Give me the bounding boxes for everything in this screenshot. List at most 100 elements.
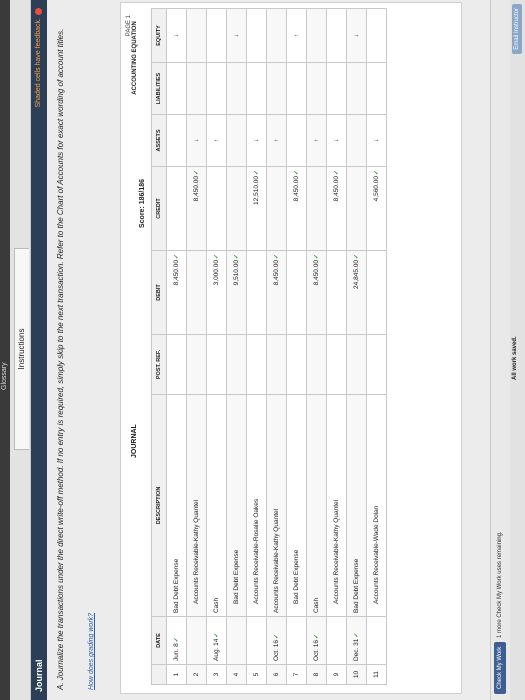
date-cell[interactable]: Aug. 14✓	[206, 616, 227, 665]
credit-cell[interactable]: 4,560.00✓	[366, 166, 387, 251]
credit-cell[interactable]	[226, 166, 247, 251]
assets-cell[interactable]	[346, 114, 367, 167]
date-cell[interactable]	[246, 616, 267, 665]
date-cell[interactable]: Oct. 16✓	[306, 616, 327, 665]
description-cell[interactable]: Cash	[206, 394, 227, 617]
post-ref-cell[interactable]	[266, 334, 287, 395]
liabilities-cell[interactable]	[366, 62, 387, 115]
equity-cell[interactable]: ↓	[226, 8, 247, 63]
credit-cell[interactable]	[266, 166, 287, 251]
assets-cell[interactable]: ↑	[206, 114, 227, 167]
date-cell[interactable]: Jun. 8✓	[166, 616, 187, 665]
debit-cell[interactable]: 8,450.00✓	[306, 250, 327, 335]
credit-cell[interactable]	[166, 166, 187, 251]
debit-cell[interactable]	[186, 250, 207, 335]
post-ref-cell[interactable]	[346, 334, 367, 395]
date-cell[interactable]	[186, 616, 207, 665]
grading-help-link[interactable]: How does grading work?	[88, 613, 95, 690]
assets-cell[interactable]: ↑	[306, 114, 327, 167]
equity-cell[interactable]	[366, 8, 387, 63]
check-my-work-button[interactable]: Check My Work	[494, 641, 506, 694]
credit-cell[interactable]: 8,450.00✓	[286, 166, 307, 251]
date-cell[interactable]	[226, 616, 247, 665]
debit-cell[interactable]: 8,450.00✓	[166, 250, 187, 335]
liabilities-cell[interactable]	[346, 62, 367, 115]
date-cell[interactable]	[326, 616, 347, 665]
description-cell[interactable]: Bad Debt Expense	[166, 394, 187, 617]
checkmark-icon: ✓	[294, 170, 300, 176]
debit-cell[interactable]: 9,510.00✓	[226, 250, 247, 335]
journal-header: Journal Shaded cells have feedback.	[31, 0, 47, 700]
equity-cell[interactable]: ↑	[286, 8, 307, 63]
equity-cell[interactable]	[306, 8, 327, 63]
credit-cell[interactable]: 12,510.00✓	[246, 166, 267, 251]
equity-cell-value: ↓	[233, 33, 240, 38]
email-instructor-button[interactable]: Email Instructor	[512, 4, 522, 54]
equity-cell[interactable]	[326, 8, 347, 63]
description-cell-value: Accounts Receivable-Wade Dolan	[373, 505, 380, 604]
post-ref-cell[interactable]	[166, 334, 187, 395]
assets-cell[interactable]	[166, 114, 187, 167]
description-cell[interactable]: Accounts Receivable-Rosalie Oakes	[246, 394, 267, 617]
tab-instructions[interactable]: Instructions	[14, 248, 29, 450]
credit-cell[interactable]	[346, 166, 367, 251]
debit-cell[interactable]: 24,845.00✓	[346, 250, 367, 335]
credit-cell[interactable]	[206, 166, 227, 251]
description-cell[interactable]: Cash	[306, 394, 327, 617]
debit-cell[interactable]: 3,000.00✓	[206, 250, 227, 335]
post-ref-cell[interactable]	[306, 334, 327, 395]
debit-cell[interactable]	[286, 250, 307, 335]
equity-cell[interactable]	[206, 8, 227, 63]
credit-cell[interactable]: 8,450.00✓	[326, 166, 347, 251]
post-ref-cell[interactable]	[206, 334, 227, 395]
credit-cell-value: 8,450.00	[293, 176, 300, 202]
post-ref-cell[interactable]	[326, 334, 347, 395]
liabilities-cell[interactable]	[286, 62, 307, 115]
assets-cell[interactable]	[286, 114, 307, 167]
liabilities-cell[interactable]	[186, 62, 207, 115]
liabilities-cell[interactable]	[326, 62, 347, 115]
debit-cell[interactable]	[326, 250, 347, 335]
description-cell[interactable]: Accounts Receivable-Wade Dolan	[366, 394, 387, 617]
equity-cell[interactable]: ↓	[166, 8, 187, 63]
credit-cell[interactable]: 8,450.00✓	[186, 166, 207, 251]
equity-cell[interactable]	[246, 8, 267, 63]
header-post-ref: POST. REF.	[151, 334, 167, 395]
debit-cell[interactable]: 8,450.00✓	[266, 250, 287, 335]
description-cell-value: Cash	[313, 597, 320, 613]
post-ref-cell[interactable]	[286, 334, 307, 395]
liabilities-cell[interactable]	[246, 62, 267, 115]
glossary-link[interactable]: Glossary	[0, 362, 10, 390]
date-cell[interactable]: Oct. 16✓	[266, 616, 287, 665]
assets-cell[interactable]: ↑	[266, 114, 287, 167]
debit-cell[interactable]	[366, 250, 387, 335]
post-ref-cell[interactable]	[226, 334, 247, 395]
equity-cell[interactable]	[186, 8, 207, 63]
liabilities-cell[interactable]	[166, 62, 187, 115]
date-cell[interactable]: Dec. 31✓	[346, 616, 367, 665]
post-ref-cell[interactable]	[366, 334, 387, 395]
credit-cell[interactable]	[306, 166, 327, 251]
liabilities-cell[interactable]	[266, 62, 287, 115]
date-cell[interactable]	[286, 616, 307, 665]
assets-cell[interactable]	[226, 114, 247, 167]
liabilities-cell[interactable]	[306, 62, 327, 115]
description-cell[interactable]: Bad Debt Expense	[286, 394, 307, 617]
assets-cell[interactable]: ↓	[186, 114, 207, 167]
post-ref-cell[interactable]	[246, 334, 267, 395]
liabilities-cell[interactable]	[206, 62, 227, 115]
assets-cell[interactable]: ↓	[246, 114, 267, 167]
description-cell[interactable]: Accounts Receivable-Kathy Quantel	[326, 394, 347, 617]
equity-cell[interactable]	[266, 8, 287, 63]
description-cell[interactable]: Accounts Receivable-Kathy Quantel	[266, 394, 287, 617]
debit-cell[interactable]	[246, 250, 267, 335]
assets-cell[interactable]: ↓	[326, 114, 347, 167]
description-cell[interactable]: Accounts Receivable-Kathy Quantel	[186, 394, 207, 617]
date-cell[interactable]	[366, 616, 387, 665]
assets-cell[interactable]: ↓	[366, 114, 387, 167]
post-ref-cell[interactable]	[186, 334, 207, 395]
liabilities-cell[interactable]	[226, 62, 247, 115]
equity-cell[interactable]: ↓	[346, 8, 367, 63]
description-cell[interactable]: Bad Debt Expense	[226, 394, 247, 617]
description-cell[interactable]: Bad Debt Expense	[346, 394, 367, 617]
